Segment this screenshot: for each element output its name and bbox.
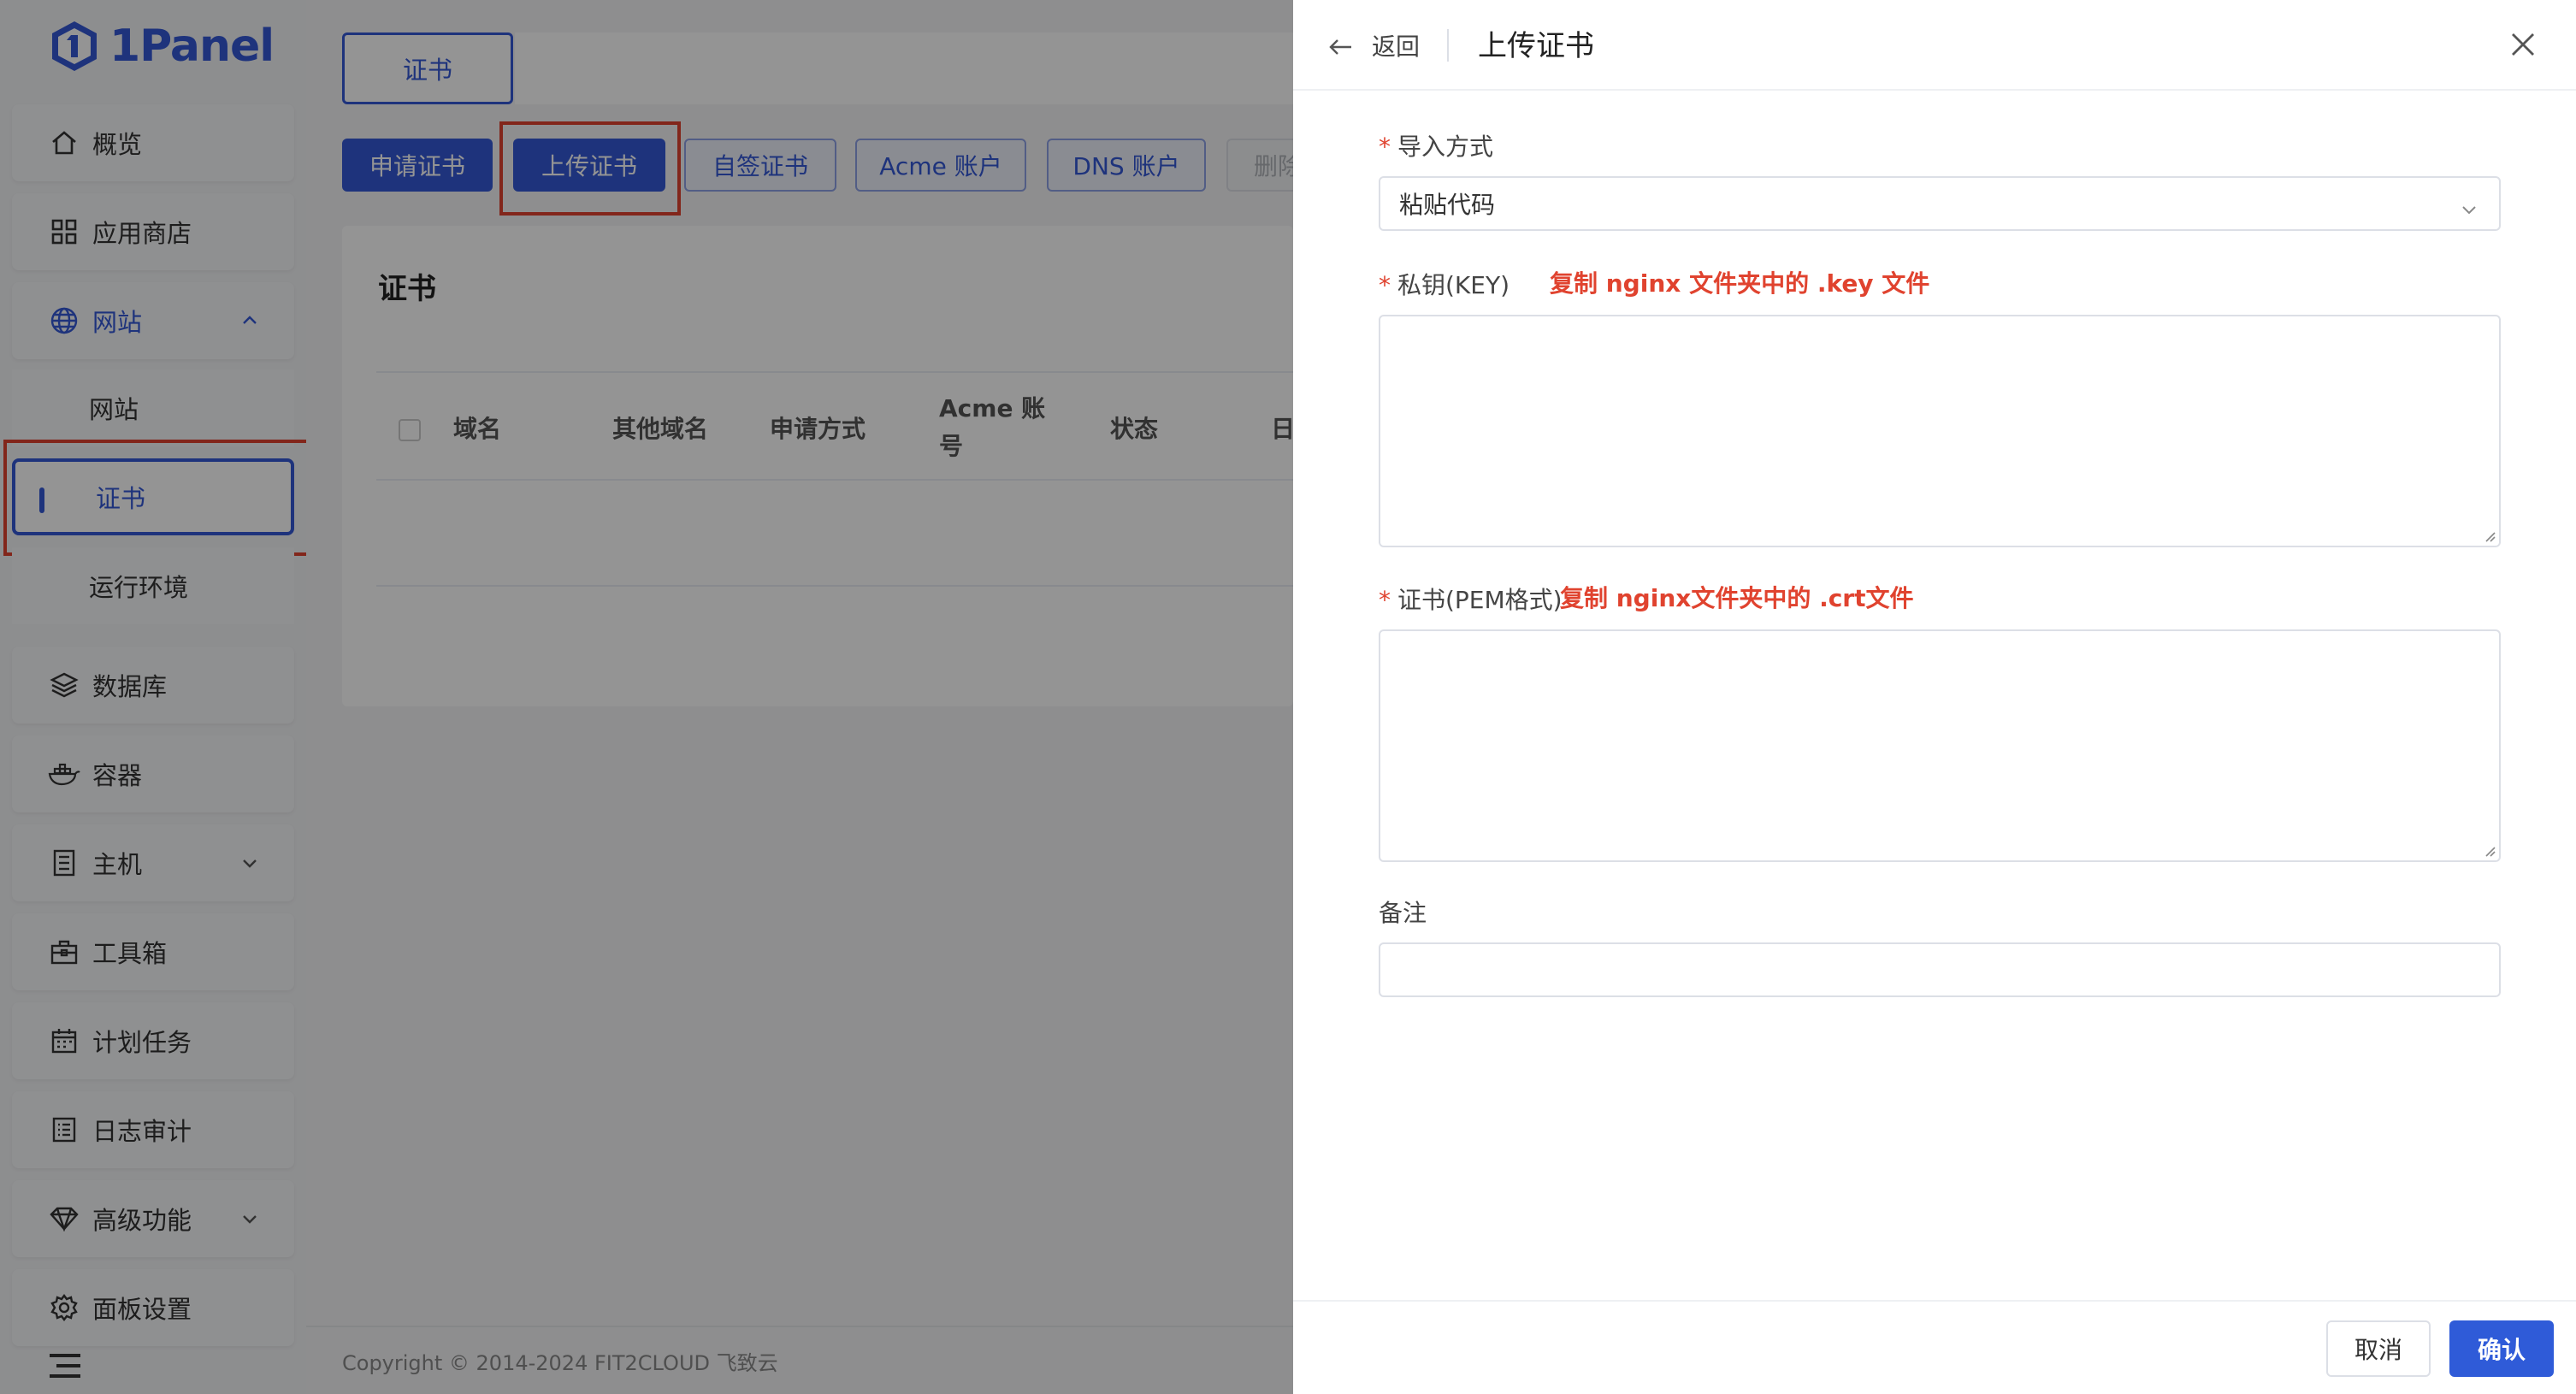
drawer-header: 返回 上传证书 bbox=[1293, 0, 2576, 91]
chevron-down-icon bbox=[2460, 197, 2479, 216]
resize-handle-icon[interactable] bbox=[2482, 843, 2496, 857]
close-icon[interactable] bbox=[2508, 29, 2538, 60]
resize-handle-icon[interactable] bbox=[2482, 529, 2496, 542]
certificate-annotation: 复制 nginx文件夹中的 .crt文件 bbox=[1560, 584, 1914, 612]
arrow-left-icon bbox=[1327, 35, 1353, 56]
import-method-select[interactable]: 粘贴代码 bbox=[1379, 176, 2501, 231]
upload-certificate-drawer: 返回 上传证书 * 导入方式 粘贴代码 * 私钥(KEY) 复制 nginx 文件夹… bbox=[1293, 0, 2576, 1394]
modal-overlay[interactable] bbox=[0, 0, 1293, 1394]
header-divider bbox=[1447, 29, 1449, 62]
private-key-label: * 私钥(KEY) bbox=[1379, 271, 1510, 299]
certificate-pem-textarea[interactable] bbox=[1379, 629, 2501, 862]
cancel-button[interactable]: 取消 bbox=[2326, 1320, 2431, 1377]
drawer-title: 上传证书 bbox=[1478, 29, 1594, 63]
remark-label: 备注 bbox=[1379, 899, 1427, 927]
private-key-textarea[interactable] bbox=[1379, 315, 2501, 547]
drawer-footer: 取消 确认 bbox=[1293, 1300, 2576, 1394]
private-key-annotation: 复制 nginx 文件夹中的 .key 文件 bbox=[1550, 269, 1930, 298]
required-mark: * bbox=[1379, 271, 1391, 299]
required-mark: * bbox=[1379, 133, 1391, 161]
certificate-pem-label: * 证书(PEM格式) bbox=[1379, 586, 1563, 614]
remark-input[interactable] bbox=[1379, 942, 2501, 997]
back-button[interactable]: 返回 bbox=[1327, 26, 1420, 65]
import-method-label: * 导入方式 bbox=[1379, 133, 1494, 161]
required-mark: * bbox=[1379, 586, 1391, 614]
confirm-button[interactable]: 确认 bbox=[2449, 1320, 2554, 1377]
back-label: 返回 bbox=[1372, 32, 1421, 61]
import-method-value: 粘贴代码 bbox=[1399, 191, 1496, 219]
